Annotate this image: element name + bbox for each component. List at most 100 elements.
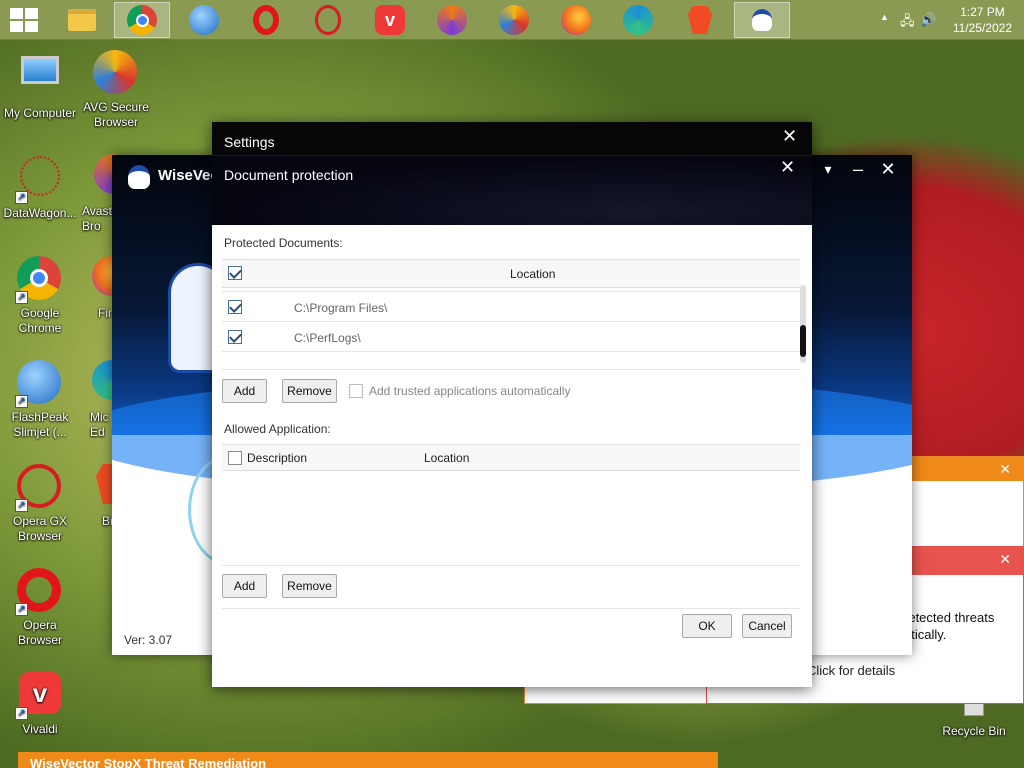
edge-icon[interactable] (610, 2, 666, 38)
desktop-icon-label: DataWagon... (3, 206, 77, 220)
divider (222, 369, 800, 370)
protected-documents-table: Location C:\Program Files\ C:\PerfLogs\ (222, 259, 800, 352)
vivaldi-icon: v ↗ (15, 672, 63, 720)
windows-start-icon[interactable] (8, 6, 40, 34)
opera-gx-icon: ↗ (15, 464, 63, 512)
desktop-icon-opera-gx[interactable]: ↗ Opera GX Browser (0, 464, 80, 544)
remediation-title: WiseVector StopX Threat Remediation (30, 756, 267, 768)
desktop-icon-datawagon[interactable]: ↗ DataWagon... (0, 154, 80, 221)
chrome-icon[interactable] (114, 2, 170, 38)
slimjet-icon[interactable] (176, 2, 232, 38)
desktop-icon-label: Google Chrome (18, 306, 62, 335)
remove-protected-button[interactable]: Remove (282, 379, 337, 403)
table-header: Description Location (222, 445, 800, 471)
cancel-button[interactable]: Cancel (742, 614, 792, 638)
select-all-checkbox[interactable] (228, 451, 242, 465)
clock[interactable]: 1:27 PM 11/25/2022 (953, 4, 1012, 36)
close-icon[interactable]: ✕ (874, 159, 902, 180)
allowed-application-label: Allowed Application: (224, 422, 331, 436)
settings-banner: Document protection (212, 155, 812, 225)
row-checkbox[interactable] (228, 330, 242, 344)
table-row[interactable]: C:\PerfLogs\ (222, 322, 800, 352)
select-all-checkbox[interactable] (228, 266, 242, 280)
settings-title: Settings (224, 134, 275, 150)
desktop-icon-vivaldi[interactable]: v ↗ Vivaldi (0, 672, 80, 737)
avg-browser-icon[interactable] (486, 2, 542, 38)
row-checkbox[interactable] (228, 300, 242, 314)
slimjet-icon: ↗ (15, 360, 63, 408)
remove-allowed-button[interactable]: Remove (282, 574, 337, 598)
desktop-icon-edge[interactable]: Mic Ed (76, 360, 116, 440)
desktop-icon-slimjet[interactable]: ↗ FlashPeak Slimjet (... (0, 360, 80, 440)
system-tray: ▲ 🖧 🔊 1:27 PM 11/25/2022 (864, 0, 1024, 40)
desktop-icon-label: My Computer (3, 106, 77, 120)
row-path: C:\Program Files\ (294, 301, 388, 315)
desktop-icon-label: Recycle Bin (942, 724, 1006, 738)
table-header: Location (222, 260, 800, 288)
desktop-icon-my-computer[interactable]: My Computer (0, 50, 80, 121)
auto-trust-label: Add trusted applications automatically (369, 384, 571, 398)
ok-button[interactable]: OK (682, 614, 732, 638)
scrollbar-thumb[interactable] (800, 325, 806, 357)
protected-list-scrollbar[interactable] (800, 285, 806, 363)
version-label: Ver: 3.07 (124, 633, 173, 647)
table-row[interactable]: C:\Program Files\ (222, 292, 800, 322)
click-for-details-link[interactable]: Click for details (807, 663, 895, 678)
opera-icon: ↗ (15, 568, 63, 616)
desktop-icon-label: Opera Browser (17, 618, 62, 647)
datawagon-icon: ↗ (15, 156, 63, 204)
desktop-icon-avg-browser[interactable]: AVG Secure Browser (76, 50, 156, 130)
network-icon[interactable]: 🖧 (900, 12, 915, 34)
clock-time: 1:27 PM (960, 5, 1005, 19)
shortcut-arrow-icon: ↗ (15, 291, 28, 304)
add-allowed-button[interactable]: Add (222, 574, 267, 598)
desktop-icon-label: Br (102, 514, 114, 528)
allowed-applications-table: Description Location (222, 444, 800, 566)
auto-trust-checkbox[interactable] (349, 384, 363, 398)
desktop-icon-opera[interactable]: ↗ Opera Browser (0, 568, 80, 648)
desktop-icon-label: FlashPeak Slimjet (... (11, 410, 69, 439)
opera-gx-icon[interactable] (300, 2, 356, 38)
divider (222, 608, 800, 609)
desktop-icon-label: AVG Secure Browser (83, 100, 149, 129)
clock-date: 11/25/2022 (952, 21, 1012, 35)
shortcut-arrow-icon: ↗ (15, 395, 28, 408)
add-protected-button[interactable]: Add (222, 379, 267, 403)
wisevector-icon[interactable] (734, 2, 790, 38)
desktop-icon-label: Vivaldi (22, 722, 58, 736)
shortcut-arrow-icon: ↗ (15, 603, 28, 616)
desktop-icon-firefox[interactable]: Fir (76, 256, 116, 321)
desktop-icon-label: Mic Ed (90, 410, 109, 439)
remediation-window-titlebar[interactable]: WiseVector StopX Threat Remediation (18, 752, 718, 768)
menu-icon[interactable]: ▾ (814, 161, 842, 178)
avast-browser-icon[interactable] (424, 2, 480, 38)
desktop-icon-avast-browser[interactable]: Avast Bro (76, 154, 116, 234)
minimize-icon[interactable]: – (844, 159, 872, 180)
file-explorer-icon[interactable] (54, 2, 110, 38)
location-column-header[interactable]: Location (510, 267, 555, 281)
close-icon[interactable]: ✕ (782, 126, 797, 147)
brave-icon[interactable] (672, 2, 728, 38)
protected-documents-label: Protected Documents: (224, 236, 343, 250)
shortcut-arrow-icon: ↗ (15, 499, 28, 512)
firefox-icon[interactable] (548, 2, 604, 38)
desktop-icon-brave[interactable]: Br (76, 464, 116, 529)
wisevector-title: WiseVec (158, 167, 219, 184)
close-icon[interactable]: ✕ (780, 157, 795, 178)
opera-icon[interactable] (238, 2, 294, 38)
description-column-header[interactable]: Description (247, 451, 307, 465)
desktop-icon-google-chrome[interactable]: ↗ Google Chrome (0, 256, 80, 336)
chrome-icon: ↗ (15, 256, 63, 304)
row-path: C:\PerfLogs\ (294, 331, 361, 345)
desktop-icon-label: Avast Bro (82, 204, 112, 233)
volume-icon[interactable]: 🔊 (920, 12, 936, 28)
close-icon[interactable]: ✕ (999, 551, 1011, 568)
show-hidden-icons-icon[interactable]: ▲ (880, 12, 889, 22)
shortcut-arrow-icon: ↗ (15, 707, 28, 720)
vivaldi-icon[interactable]: v (362, 2, 418, 38)
desktop-icon-label: Opera GX Browser (12, 514, 68, 543)
location-column-header[interactable]: Location (424, 451, 469, 465)
desktop-icon-label: Fir (98, 306, 112, 320)
shortcut-arrow-icon: ↗ (15, 191, 28, 204)
close-icon[interactable]: ✕ (999, 461, 1011, 478)
